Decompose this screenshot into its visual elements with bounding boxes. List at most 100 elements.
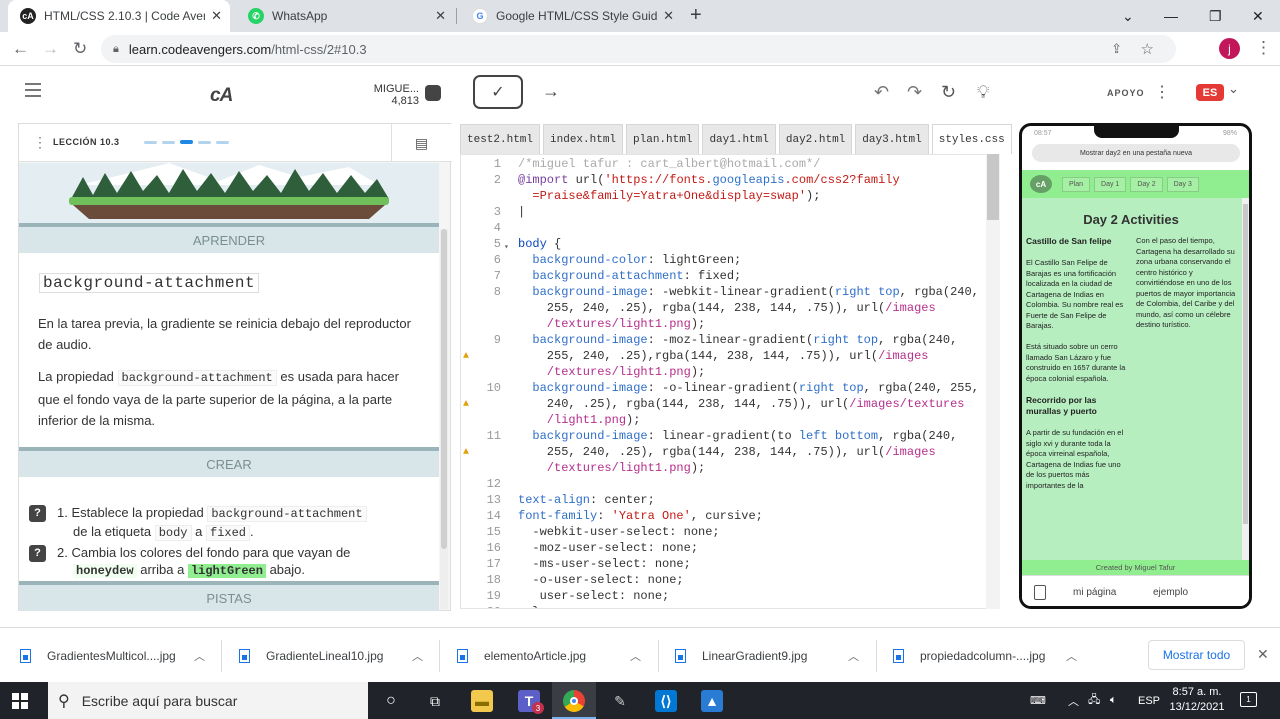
taskbar-clock[interactable]: 8:57 a. m. 13/12/2021	[1168, 685, 1226, 715]
lesson-scrollbar[interactable]	[440, 229, 448, 609]
preview-nav-link[interactable]: Day 2	[1130, 176, 1163, 192]
notes-icon[interactable]: ▤	[391, 124, 451, 162]
support-button[interactable]: APOYO	[1107, 88, 1145, 98]
language-badge[interactable]: ES	[1196, 84, 1224, 101]
example-link[interactable]: ejemplo	[1153, 587, 1188, 598]
page-icon[interactable]	[1034, 585, 1046, 600]
file-tab[interactable]: plan.html	[626, 124, 700, 154]
download-item[interactable]: propiedadcolumn-....jpg ︿	[893, 628, 1088, 683]
progress-step[interactable]	[198, 141, 211, 144]
download-item[interactable]: GradientesMulticol....jpg ︿	[20, 628, 215, 683]
editor-scrollbar[interactable]	[986, 154, 1000, 609]
back-arrow-icon[interactable]: ←	[12, 39, 29, 59]
chevron-up-icon[interactable]: ︿	[194, 648, 205, 664]
check-answer-button[interactable]: ✓	[473, 75, 523, 109]
tab-google-style-guide[interactable]: G Google HTML/CSS Style Guide ✕	[460, 0, 682, 32]
keyboard-icon[interactable]: ⌨	[1030, 682, 1046, 719]
reset-icon[interactable]: ↻	[941, 82, 956, 103]
new-tab-plus-icon[interactable]: +	[690, 4, 702, 27]
progress-step[interactable]	[162, 141, 175, 144]
file-tab[interactable]: day3.html	[855, 124, 929, 154]
volume-icon[interactable]: 🔈︎	[1110, 682, 1117, 719]
preview-nav-link[interactable]: Day 1	[1094, 176, 1127, 192]
close-tab-icon[interactable]: ✕	[211, 8, 222, 24]
reload-icon[interactable]: ↻	[73, 39, 87, 59]
minimize-icon[interactable]: —	[1164, 0, 1178, 32]
file-tab-active[interactable]: styles.css	[931, 124, 1012, 154]
app-icon[interactable]: ✎	[609, 690, 631, 712]
user-avatar-icon[interactable]	[425, 85, 441, 101]
my-page-link[interactable]: mi página	[1073, 587, 1116, 598]
undo-icon[interactable]: ↶	[874, 82, 889, 103]
create-section-header[interactable]: CREAR	[19, 447, 439, 477]
chevron-up-icon[interactable]: ︿	[630, 648, 641, 664]
progress-step[interactable]	[144, 141, 157, 144]
code-editor[interactable]: 1/*miguel tafur : cart_albert@hotmail.co…	[460, 154, 1000, 609]
preview-footer: Created by Miguel Tafur	[1022, 560, 1249, 575]
url-omnibox[interactable]: 🔒︎ learn.codeavengers.com/html-css/2#10.…	[101, 35, 1176, 63]
chevron-down-icon[interactable]: ⌄	[1228, 81, 1239, 97]
drag-handle-icon[interactable]: ⋮	[33, 134, 47, 151]
close-downloads-icon[interactable]: ✕	[1257, 646, 1269, 663]
profile-avatar[interactable]: j	[1219, 38, 1240, 59]
chevron-up-icon[interactable]: ︿	[412, 648, 423, 664]
file-tab[interactable]: day2.html	[778, 124, 853, 154]
redo-icon[interactable]: ↷	[907, 82, 922, 103]
hamburger-menu-icon[interactable]	[25, 83, 41, 97]
divider	[876, 640, 877, 672]
fold-arrow-icon[interactable]: ▾	[504, 240, 509, 256]
tray-chevron-icon[interactable]: ︿	[1068, 682, 1079, 719]
question-icon[interactable]: ?	[29, 545, 46, 562]
file-explorer-icon[interactable]: ▬	[471, 690, 493, 712]
maximize-icon[interactable]: ❐	[1209, 0, 1222, 32]
file-tab[interactable]: index.html	[543, 124, 624, 154]
network-icon[interactable]: 🖧︎	[1088, 682, 1100, 719]
preview-nav-link[interactable]: Plan	[1062, 176, 1091, 192]
windows-start-icon[interactable]	[12, 693, 28, 709]
phone-notch	[1094, 126, 1179, 138]
warning-icon[interactable]: ▲	[463, 445, 469, 461]
file-tab[interactable]: test2.html	[460, 124, 541, 154]
open-in-new-tab-button[interactable]: Mostrar day2 en una pestaña nueva	[1032, 144, 1240, 162]
window-close-icon[interactable]: ✕	[1252, 0, 1264, 32]
code-avengers-logo[interactable]: cA	[210, 85, 233, 107]
hint-lightbulb-icon[interactable]: 💡︎	[977, 82, 990, 103]
next-arrow-button[interactable]: →	[542, 81, 560, 102]
close-tab-icon[interactable]: ✕	[663, 8, 674, 24]
vscode-icon[interactable]: ⟨⟩	[655, 690, 677, 712]
preview-scrollbar[interactable]	[1242, 198, 1249, 560]
learn-section-header[interactable]: APRENDER	[19, 223, 439, 253]
tab-code-avengers[interactable]: cA HTML/CSS 2.10.3 | Code Avenge ✕	[8, 0, 230, 32]
chrome-icon[interactable]	[563, 690, 585, 712]
show-all-downloads-button[interactable]: Mostrar todo	[1148, 640, 1245, 670]
tab-whatsapp[interactable]: ✆ WhatsApp ✕	[236, 0, 454, 32]
download-item[interactable]: LinearGradient9.jpg ︿	[675, 628, 870, 683]
question-icon[interactable]: ?	[29, 505, 46, 522]
browser-menu-icon[interactable]: ⋮	[1255, 38, 1272, 58]
task-view-icon[interactable]: ⧉	[424, 690, 446, 712]
file-tab[interactable]: day1.html	[702, 124, 776, 154]
forward-arrow-icon[interactable]: →	[42, 39, 59, 59]
download-item[interactable]: elementoArticle.jpg ︿	[457, 628, 652, 683]
taskbar-search[interactable]: ⚲ Escribe aquí para buscar	[48, 682, 368, 719]
cortana-icon[interactable]: ○	[380, 690, 402, 712]
chevron-up-icon[interactable]: ︿	[1066, 648, 1077, 664]
close-tab-icon[interactable]: ✕	[435, 8, 446, 24]
download-item[interactable]: GradienteLineal10.jpg ︿	[239, 628, 434, 683]
tab-search-chevron-icon[interactable]: ⌄	[1122, 0, 1134, 32]
photos-icon[interactable]: ▲	[701, 690, 723, 712]
phone-time: 08:57	[1034, 130, 1052, 137]
warning-icon[interactable]: ▲	[463, 397, 469, 413]
user-info[interactable]: MIGUE... 4,813	[367, 83, 419, 107]
progress-step[interactable]	[216, 141, 229, 144]
more-options-icon[interactable]: ⋮	[1154, 82, 1170, 102]
notifications-icon[interactable]: 1	[1240, 692, 1257, 707]
warning-icon[interactable]: ▲	[463, 349, 469, 365]
progress-step-current[interactable]	[180, 140, 193, 144]
share-icon[interactable]: ⇪	[1111, 41, 1122, 57]
bookmark-star-icon[interactable]: ☆	[1141, 40, 1154, 58]
preview-nav-link[interactable]: Day 3	[1166, 176, 1199, 192]
input-language[interactable]: ESP	[1138, 682, 1160, 719]
chevron-up-icon[interactable]: ︿	[848, 648, 859, 664]
hints-section-header[interactable]: PISTAS	[19, 581, 439, 611]
